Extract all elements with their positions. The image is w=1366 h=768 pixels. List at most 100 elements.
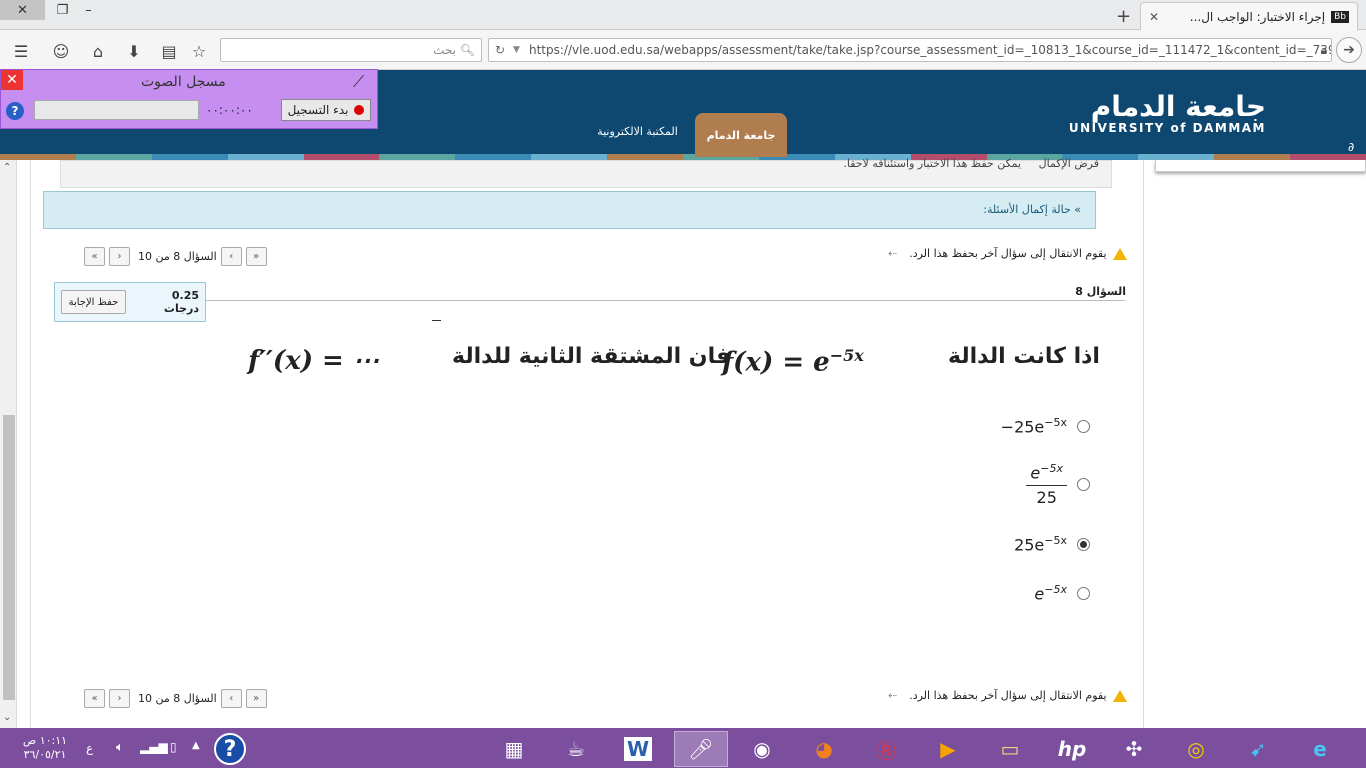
tab-elibrary[interactable]: المكتبة الالكترونية — [590, 125, 685, 138]
new-tab-button[interactable]: + — [1116, 6, 1131, 27]
completion-text: يمكن حفظ هذا الاختبار واستئنافه لاحقا. — [843, 157, 1022, 170]
option-2-text: e−5x 25 — [1026, 462, 1067, 507]
question-position: السؤال 8 من 10 — [138, 691, 217, 705]
dropdown-icon[interactable]: ▼ — [513, 39, 520, 61]
java-icon[interactable]: ☕ — [554, 731, 598, 767]
side-panel — [1155, 160, 1366, 172]
option-3-radio-selected[interactable] — [1077, 537, 1090, 551]
chrome-icon[interactable]: ◉ — [740, 731, 784, 767]
last-question-button[interactable]: » — [245, 246, 267, 266]
hp-icon[interactable]: hp — [1050, 731, 1094, 767]
option-1-radio[interactable] — [1077, 419, 1090, 433]
next-question-button[interactable]: ‹ — [220, 246, 242, 266]
volume-icon[interactable]: 🔈︎ — [116, 740, 124, 755]
microphone-app-icon[interactable]: 🎤︎ — [674, 731, 728, 767]
answer-option-2[interactable]: e−5x 25 — [1026, 462, 1090, 507]
recording-progress-bar — [34, 100, 199, 120]
reload-icon[interactable]: ↻ — [495, 39, 505, 61]
scroll-down-icon[interactable]: ⌄ — [3, 712, 11, 723]
recorder-close-button[interactable]: ✕ — [1, 70, 23, 90]
warning-icon — [1112, 247, 1127, 260]
previous-question-button[interactable]: › — [109, 688, 130, 708]
next-question-button[interactable]: ‹ — [220, 688, 242, 708]
question-fx: f(x) = e−5x — [722, 346, 864, 378]
taskbar-clock[interactable]: ١٠:١١ ص ٣٦/٠٥/٢١ — [20, 734, 70, 762]
download-icon[interactable]: ⬇ — [123, 40, 145, 62]
recording-time: ٠٠:٠٠:٠٠ — [206, 103, 253, 117]
help-app-icon[interactable]: ? — [214, 733, 246, 765]
r-app-icon[interactable]: Ⓡ — [864, 731, 908, 767]
close-tab-icon[interactable]: ✕ — [1149, 10, 1159, 24]
university-logo-english[interactable]: UNIVERSITY of DAMMAM — [1069, 121, 1266, 135]
folder-icon[interactable]: ▭ — [988, 731, 1032, 767]
help-icon[interactable]: ? — [6, 102, 24, 120]
first-question-button[interactable]: « — [84, 688, 105, 708]
question-fpp: f′′(x) = ⋯ — [248, 346, 379, 376]
option-2-radio[interactable] — [1077, 478, 1090, 492]
option-1-text: −25e−5x — [1000, 416, 1067, 437]
address-bar[interactable]: ↻ ▼ https://vle.uod.edu.sa/webapps/asses… — [488, 38, 1332, 62]
arrow-icon: ⇠ — [888, 689, 898, 702]
last-question-button[interactable]: » — [245, 688, 267, 708]
question-nav-bottom: « › السؤال 8 من 10 ‹ » — [84, 688, 267, 708]
completion-label: فرض الإكمال — [1038, 157, 1099, 170]
minimize-icon: – — [85, 2, 92, 18]
menu-icon[interactable]: ☰ — [10, 40, 32, 62]
link-icon[interactable]: ∂ — [1348, 140, 1354, 154]
forward-button[interactable]: ➔ — [1336, 37, 1362, 63]
bookmark-star-icon[interactable]: ☆ — [188, 40, 210, 62]
question-position: السؤال 8 من 10 — [138, 249, 217, 263]
camera-app-icon[interactable]: ◎ — [1174, 731, 1218, 767]
word-icon[interactable]: W — [616, 731, 660, 767]
chat-icon[interactable]: ☺ — [50, 40, 72, 62]
blackboard-favicon: Bb — [1331, 10, 1349, 23]
page-scrollbar[interactable]: ⌃ ⌄ — [0, 160, 17, 728]
text-cursor — [432, 320, 441, 321]
clipboard-icon[interactable]: ▤ — [158, 40, 180, 62]
firefox-icon[interactable]: ◕ — [802, 731, 846, 767]
warning-icon — [1112, 689, 1127, 702]
answer-option-4[interactable]: e−5x — [1034, 583, 1090, 603]
scrollbar-thumb[interactable] — [3, 415, 15, 700]
points-value: 0.25 درجات — [163, 289, 199, 315]
url-text: https://vle.uod.edu.sa/webapps/assessmen… — [529, 43, 1331, 57]
battery-icon[interactable]: ▯ — [170, 740, 177, 754]
question-label: السؤال 8 — [1075, 285, 1126, 298]
lock-icon: 🔒︎ — [1320, 43, 1327, 57]
start-recording-button[interactable]: بدء التسجيل — [281, 99, 371, 121]
question-completion-status[interactable]: » حالة إكمال الأسئلة: — [43, 191, 1096, 229]
option-4-radio[interactable] — [1077, 586, 1090, 600]
option-3-text: 25e−5x — [1014, 534, 1067, 555]
tab-university[interactable]: جامعة الدمام — [695, 113, 787, 157]
previous-question-button[interactable]: › — [109, 246, 130, 266]
search-input[interactable]: 🔍︎ بحث — [220, 38, 482, 62]
media-player-icon[interactable]: ▶ — [926, 731, 970, 767]
tab-title: إجراء الاختبار: الواجب ال... — [1189, 9, 1326, 24]
signal-icon[interactable]: ▂▄▆ — [140, 740, 168, 754]
university-logo-arabic[interactable]: جامعة الدمام — [1091, 90, 1266, 123]
rocket-app-icon[interactable]: ➹ — [1236, 731, 1280, 767]
voice-recorder-panel: ✕ مسجل الصوت ⟋ ? ٠٠:٠٠:٠٠ بدء التسجيل — [0, 69, 378, 129]
internet-explorer-icon[interactable]: e — [1298, 731, 1342, 767]
home-icon[interactable]: ⌂ — [87, 40, 109, 62]
first-question-button[interactable]: « — [84, 246, 105, 266]
question-text-part2: فان المشتقة الثانية للدالة — [452, 344, 731, 369]
control-panel-icon[interactable]: ▦ — [492, 731, 536, 767]
close-icon: ✕ — [17, 2, 28, 18]
search-icon: 🔍︎ — [459, 43, 475, 57]
minimize-window-button[interactable]: – — [66, 0, 111, 20]
tray-expand-icon[interactable]: ▲ — [192, 740, 200, 751]
answer-option-1[interactable]: −25e−5x — [1001, 416, 1090, 436]
save-answer-button[interactable]: حفظ الإجابة — [61, 290, 126, 314]
question-text-part1: اذا كانت الدالة — [948, 344, 1100, 369]
option-4-text: e−5x — [1034, 583, 1067, 604]
browser-tab[interactable]: Bb إجراء الاختبار: الواجب ال... ✕ — [1140, 2, 1358, 30]
close-window-button[interactable]: ✕ — [0, 0, 45, 20]
answer-option-3[interactable]: 25e−5x — [1014, 534, 1090, 554]
question-nav-top: « › السؤال 8 من 10 ‹ » — [84, 246, 267, 266]
puzzle-app-icon[interactable]: ✣ — [1112, 731, 1156, 767]
question-divider — [205, 300, 1125, 301]
scroll-up-icon[interactable]: ⌃ — [3, 162, 11, 173]
arrow-icon: ⇠ — [888, 247, 898, 260]
language-indicator[interactable]: ع — [86, 741, 93, 755]
